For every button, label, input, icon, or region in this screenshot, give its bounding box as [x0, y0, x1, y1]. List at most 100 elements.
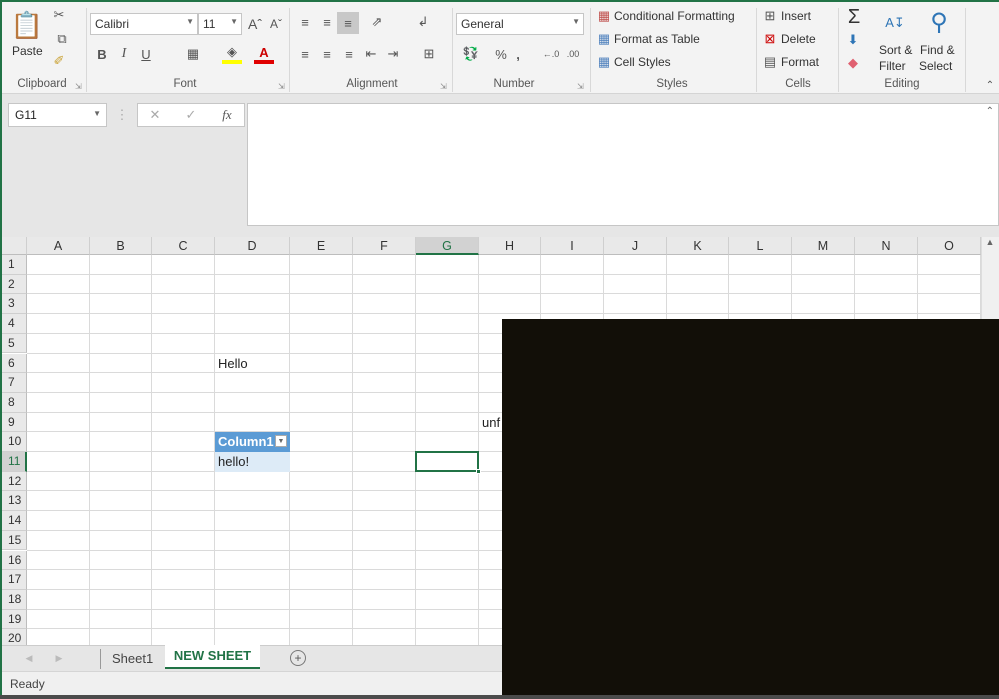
column-header-a[interactable]: A: [27, 237, 90, 255]
collapse-formula-icon[interactable]: ⌃: [986, 106, 994, 117]
cell-d11[interactable]: hello!: [215, 452, 290, 472]
clear-icon[interactable]: ◆: [844, 54, 862, 72]
percent-button[interactable]: %: [494, 45, 508, 63]
column-header-k[interactable]: K: [667, 237, 729, 255]
insert-button[interactable]: Insert: [781, 9, 811, 23]
row-header-20[interactable]: 20: [2, 629, 27, 645]
align-right-icon[interactable]: ≡: [340, 45, 358, 63]
format-button[interactable]: Format: [781, 55, 819, 69]
selected-cell-outline[interactable]: [415, 451, 479, 472]
merge-center-icon[interactable]: ⊞: [414, 45, 444, 63]
enter-icon[interactable]: ✓: [182, 106, 200, 124]
column-header-j[interactable]: J: [604, 237, 667, 255]
row-header-14[interactable]: 14: [2, 511, 27, 531]
cancel-icon[interactable]: ✕: [146, 106, 164, 124]
cell-d6[interactable]: Hello: [215, 354, 248, 374]
fill-color-icon[interactable]: ◈: [222, 44, 242, 64]
scroll-right-icon[interactable]: ▶: [54, 651, 64, 665]
comma-button[interactable]: ,: [512, 45, 524, 63]
copy-icon[interactable]: ⧉: [50, 30, 74, 48]
paste-icon[interactable]: 📋: [11, 8, 43, 42]
alignment-launcher-icon[interactable]: ⇲: [440, 82, 447, 91]
cut-icon[interactable]: ✂: [50, 6, 68, 24]
middle-align-icon[interactable]: ≡: [318, 12, 336, 32]
row-header-6[interactable]: 6: [2, 353, 27, 374]
row-header-17[interactable]: 17: [2, 570, 27, 590]
cell-d10[interactable]: Column1 ▼: [215, 432, 290, 452]
row-header-4[interactable]: 4: [2, 314, 27, 334]
row-header-13[interactable]: 13: [2, 491, 27, 512]
column-header-b[interactable]: B: [90, 237, 152, 255]
italic-button[interactable]: I: [116, 45, 132, 63]
column-header-l[interactable]: L: [729, 237, 792, 255]
font-name-select[interactable]: Calibri ▼: [90, 13, 198, 35]
find-label[interactable]: Find &: [920, 43, 955, 57]
drag-handle-icon[interactable]: ⋮: [116, 105, 129, 125]
column-header-g[interactable]: G: [416, 237, 479, 255]
tab-new-sheet[interactable]: NEW SHEET: [165, 645, 260, 669]
accounting-format-icon[interactable]: 💱: [458, 45, 484, 63]
increase-font-icon[interactable]: Aˆ: [246, 14, 264, 34]
name-box[interactable]: G11 ▼: [8, 103, 107, 127]
align-center-icon[interactable]: ≡: [318, 45, 336, 63]
conditional-formatting-button[interactable]: Conditional Formatting: [614, 9, 735, 23]
row-header-1[interactable]: 1: [2, 255, 27, 275]
clipboard-launcher-icon[interactable]: ⇲: [75, 82, 82, 91]
column-header-h[interactable]: H: [479, 237, 541, 255]
row-header-11[interactable]: 11: [2, 452, 27, 472]
row-header-8[interactable]: 8: [2, 392, 27, 413]
bold-button[interactable]: B: [94, 45, 110, 63]
filter-dropdown-icon[interactable]: ▼: [275, 435, 287, 448]
format-as-table-button[interactable]: Format as Table: [614, 32, 700, 46]
add-sheet-icon[interactable]: +: [290, 650, 306, 666]
increase-indent-icon[interactable]: ⇥: [384, 45, 402, 63]
column-header-m[interactable]: M: [792, 237, 855, 255]
cell-h9[interactable]: unf: [479, 413, 500, 433]
scroll-left-icon[interactable]: ◀: [24, 651, 34, 665]
autosum-icon[interactable]: Σ: [844, 6, 864, 28]
column-header-i[interactable]: I: [541, 237, 604, 255]
font-color-icon[interactable]: A: [254, 44, 274, 64]
row-header-7[interactable]: 7: [2, 373, 27, 393]
number-launcher-icon[interactable]: ⇲: [577, 82, 584, 91]
font-launcher-icon[interactable]: ⇲: [278, 82, 285, 91]
column-header-f[interactable]: F: [353, 237, 416, 255]
top-align-icon[interactable]: ≡: [296, 12, 314, 32]
wrap-text-icon[interactable]: ↲: [414, 12, 432, 32]
collapse-ribbon-icon[interactable]: ⌃: [984, 80, 996, 91]
column-header-c[interactable]: C: [152, 237, 215, 255]
number-format-select[interactable]: General ▼: [456, 13, 584, 35]
orientation-icon[interactable]: ⇗: [364, 12, 390, 32]
row-header-18[interactable]: 18: [2, 589, 27, 610]
column-header-e[interactable]: E: [290, 237, 353, 255]
row-header-3[interactable]: 3: [2, 294, 27, 315]
underline-button[interactable]: U: [138, 45, 154, 63]
row-header-2[interactable]: 2: [2, 274, 27, 295]
select-all-corner[interactable]: [2, 237, 27, 255]
row-header-15[interactable]: 15: [2, 530, 27, 551]
align-left-icon[interactable]: ≡: [296, 45, 314, 63]
decrease-font-icon[interactable]: Aˇ: [268, 14, 284, 34]
tab-sheet1[interactable]: Sheet1: [112, 651, 153, 666]
decrease-indent-icon[interactable]: ⇤: [362, 45, 380, 63]
select-label[interactable]: Select: [919, 59, 952, 73]
row-header-12[interactable]: 12: [2, 471, 27, 492]
cell-styles-button[interactable]: Cell Styles: [614, 55, 671, 69]
column-header-o[interactable]: O: [918, 237, 981, 255]
row-header-10[interactable]: 10: [2, 432, 27, 452]
row-header-5[interactable]: 5: [2, 333, 27, 354]
delete-button[interactable]: Delete: [781, 32, 816, 46]
borders-icon[interactable]: ▦: [178, 45, 208, 63]
bottom-align-icon[interactable]: ≡: [337, 12, 359, 34]
column-header-n[interactable]: N: [855, 237, 918, 255]
sort-label[interactable]: Sort &: [879, 43, 912, 57]
paste-button[interactable]: Paste: [12, 44, 43, 58]
format-painter-icon[interactable]: ✐: [50, 52, 68, 70]
increase-decimal-icon[interactable]: ←.0: [542, 45, 560, 63]
row-header-16[interactable]: 16: [2, 550, 27, 571]
column-header-d[interactable]: D: [215, 237, 290, 255]
fill-handle[interactable]: [476, 468, 481, 474]
insert-function-button[interactable]: fx: [218, 106, 236, 124]
decrease-decimal-icon[interactable]: .00: [564, 45, 582, 63]
row-header-19[interactable]: 19: [2, 609, 27, 630]
